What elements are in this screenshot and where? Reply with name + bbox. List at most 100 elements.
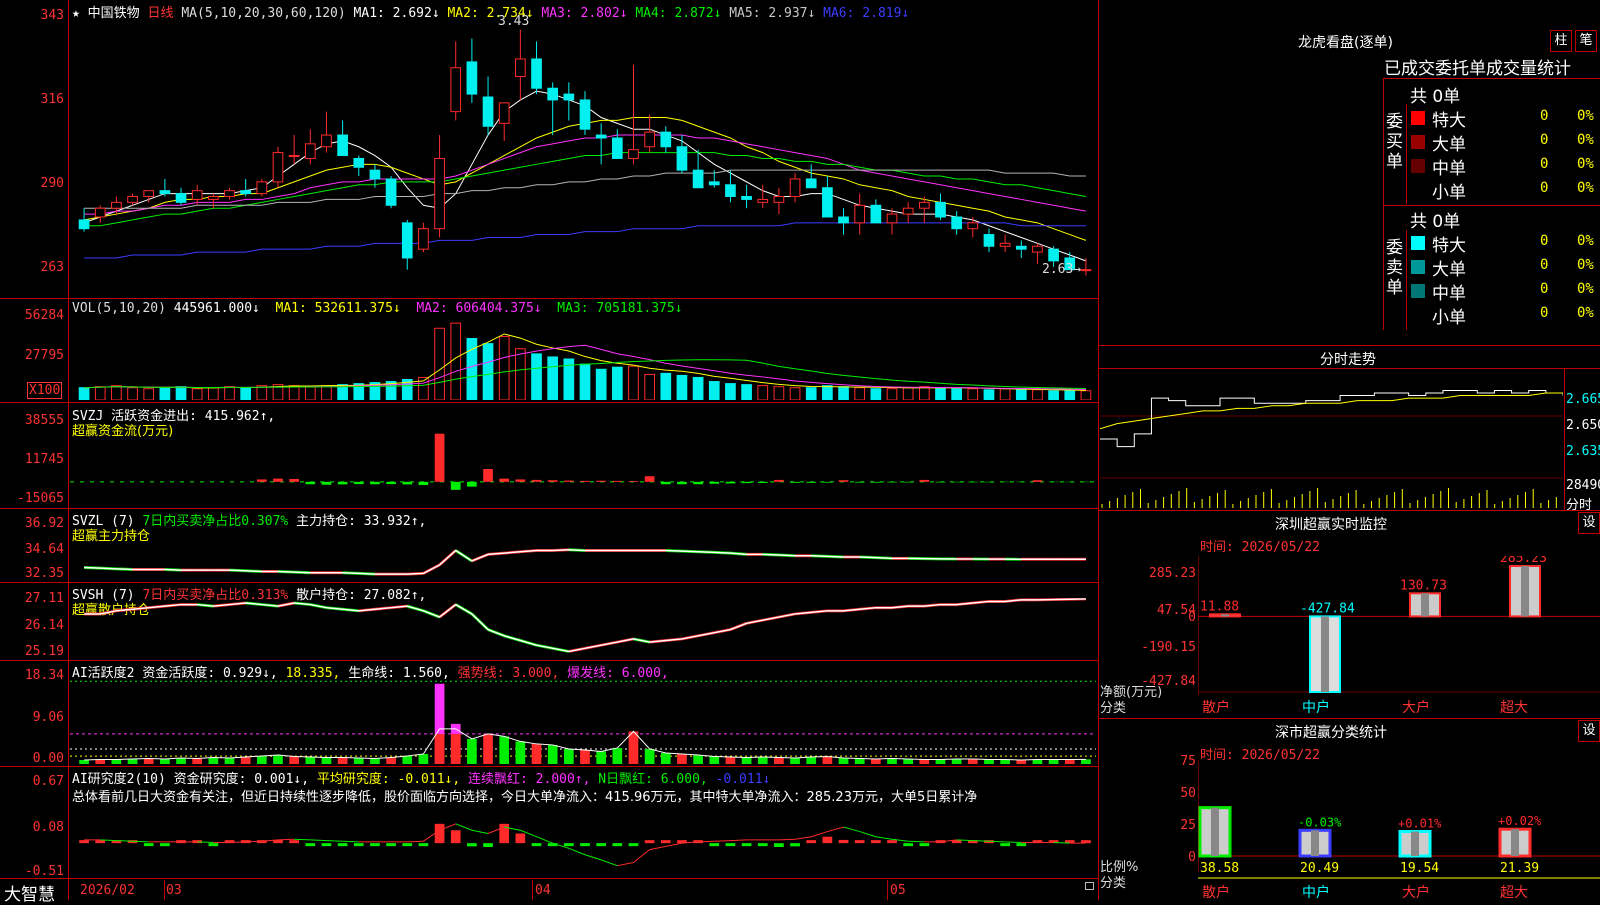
candle-body xyxy=(790,179,800,197)
lhb-inner-left-2 xyxy=(1406,230,1407,330)
classify-settings-button[interactable]: 设 xyxy=(1578,720,1600,742)
legend-swatch xyxy=(1411,183,1425,197)
candle-body xyxy=(1033,246,1043,252)
ma-line-ma2 xyxy=(84,117,1086,240)
classify-bar-shade xyxy=(1411,832,1419,856)
candle-body xyxy=(839,217,849,223)
ai2-chart[interactable] xyxy=(70,800,1096,876)
ai1-bar xyxy=(855,758,865,764)
svzj-bar xyxy=(629,481,639,482)
candle-body xyxy=(112,202,122,208)
ai2-bar xyxy=(338,843,348,846)
ai1-chart[interactable] xyxy=(70,672,1096,764)
volume-bar xyxy=(435,328,445,400)
ai2-line-seg xyxy=(827,827,843,832)
classify-bar-value: 38.58 xyxy=(1200,861,1239,876)
ai1-bar xyxy=(1081,759,1091,764)
lhb-tabs[interactable]: 已成交委托单成交量统计 xyxy=(1384,54,1600,79)
volume-bar xyxy=(677,375,687,400)
ai1-ytick-0: 18.34 xyxy=(0,668,64,683)
ai1-bar xyxy=(548,745,558,764)
svzj-bar xyxy=(499,479,509,482)
svzj-bar xyxy=(693,482,703,484)
volume-bar xyxy=(952,389,962,400)
volume-bar xyxy=(774,387,784,400)
ai2-name[interactable]: AI研究度2(10) xyxy=(72,772,166,787)
intraday-chart[interactable] xyxy=(1100,370,1563,508)
sell-total: 共 0单 xyxy=(1410,207,1460,232)
ai1-bar xyxy=(241,757,251,764)
vol-ma1: MA1: 532611.375↓ xyxy=(276,301,401,316)
ai1-bar xyxy=(112,759,122,764)
ai2-consecutive: 连续飘红: 2.000↑, xyxy=(468,772,590,787)
candle-body xyxy=(1049,249,1059,261)
lhb-box-mid xyxy=(1383,205,1600,206)
ai1-bar xyxy=(402,756,412,764)
volume-chart[interactable] xyxy=(70,318,1096,400)
candle-body xyxy=(532,59,542,88)
div-6 xyxy=(0,766,1098,767)
classify-bar-delta: +0.01% xyxy=(1398,817,1442,831)
legend-swatch xyxy=(1411,260,1425,274)
monitor-bar-value: 285.23 xyxy=(1500,556,1547,566)
ai2-line-seg xyxy=(811,832,827,837)
svzj-bar xyxy=(774,480,784,482)
volume-bar xyxy=(936,388,946,400)
brand-logo[interactable]: 大智慧 xyxy=(4,880,55,905)
vol-params[interactable]: VOL(5,10,20) xyxy=(72,301,166,316)
svzj-bar xyxy=(661,482,671,484)
tick-view-button[interactable]: 笔 xyxy=(1575,30,1597,52)
ai2-bar xyxy=(839,840,849,843)
ai1-bar xyxy=(709,756,719,764)
ai2-bar xyxy=(402,843,412,846)
ai1-bar xyxy=(144,758,154,764)
ai1-bar xyxy=(774,757,784,764)
monitor-chart[interactable]: 11.88-427.84130.73285.23 xyxy=(1198,556,1600,714)
svzj-bar xyxy=(919,480,929,482)
volume-bar xyxy=(645,374,655,400)
svsh-line xyxy=(84,599,1086,652)
ai2-bar xyxy=(386,843,396,846)
volume-bar xyxy=(790,388,800,400)
volume-bar xyxy=(919,387,929,400)
ai2-line-seg xyxy=(1054,843,1070,844)
ai1-bar xyxy=(580,750,590,764)
bar-view-button[interactable]: 柱 xyxy=(1550,30,1572,52)
category-label: 超大 xyxy=(1500,882,1528,902)
ai1-bar xyxy=(257,756,267,764)
ai2-line-seg xyxy=(633,850,649,863)
svzj-bar xyxy=(839,480,849,482)
classify-chart[interactable]: 38.5820.49-0.03%19.54+0.01%21.39+0.02% xyxy=(1198,760,1600,900)
high-price-marker: 3.43 xyxy=(498,14,529,29)
candle-body xyxy=(467,62,477,94)
category-label: 超大 xyxy=(1500,697,1528,717)
monitor-settings-button[interactable]: 设 xyxy=(1578,512,1600,534)
vol-ytick-0: 56284 xyxy=(0,308,64,323)
candle-body xyxy=(919,202,929,208)
ai2-bar xyxy=(887,840,897,843)
ai1-bar xyxy=(338,757,348,764)
svzj-bar xyxy=(806,482,816,483)
svzj-chart[interactable] xyxy=(70,420,1096,506)
candle-body xyxy=(176,194,186,203)
volume-bar xyxy=(1016,390,1026,400)
candle-body xyxy=(677,147,687,170)
ai2-bar xyxy=(629,843,639,846)
svzj-ytick-1: 11745 xyxy=(0,452,64,467)
ai2-bar xyxy=(516,833,526,843)
price-chart[interactable] xyxy=(70,18,1096,296)
svzj-bar xyxy=(823,482,833,483)
ai2-bar xyxy=(95,840,105,843)
ai2-bar xyxy=(435,824,445,843)
svzj-bar xyxy=(273,479,283,482)
ai2-line-seg xyxy=(472,830,488,833)
svzl-chart[interactable] xyxy=(70,520,1096,580)
div-7 xyxy=(0,878,1098,879)
lock-icon[interactable] xyxy=(1085,882,1094,890)
ai2-ytick-0: 0.67 xyxy=(0,774,64,789)
svzj-bar xyxy=(645,476,655,482)
svsh-chart[interactable] xyxy=(70,598,1096,658)
volume-bar xyxy=(516,349,526,400)
candle-body xyxy=(225,191,235,197)
classify-bar-value: 20.49 xyxy=(1300,861,1339,876)
